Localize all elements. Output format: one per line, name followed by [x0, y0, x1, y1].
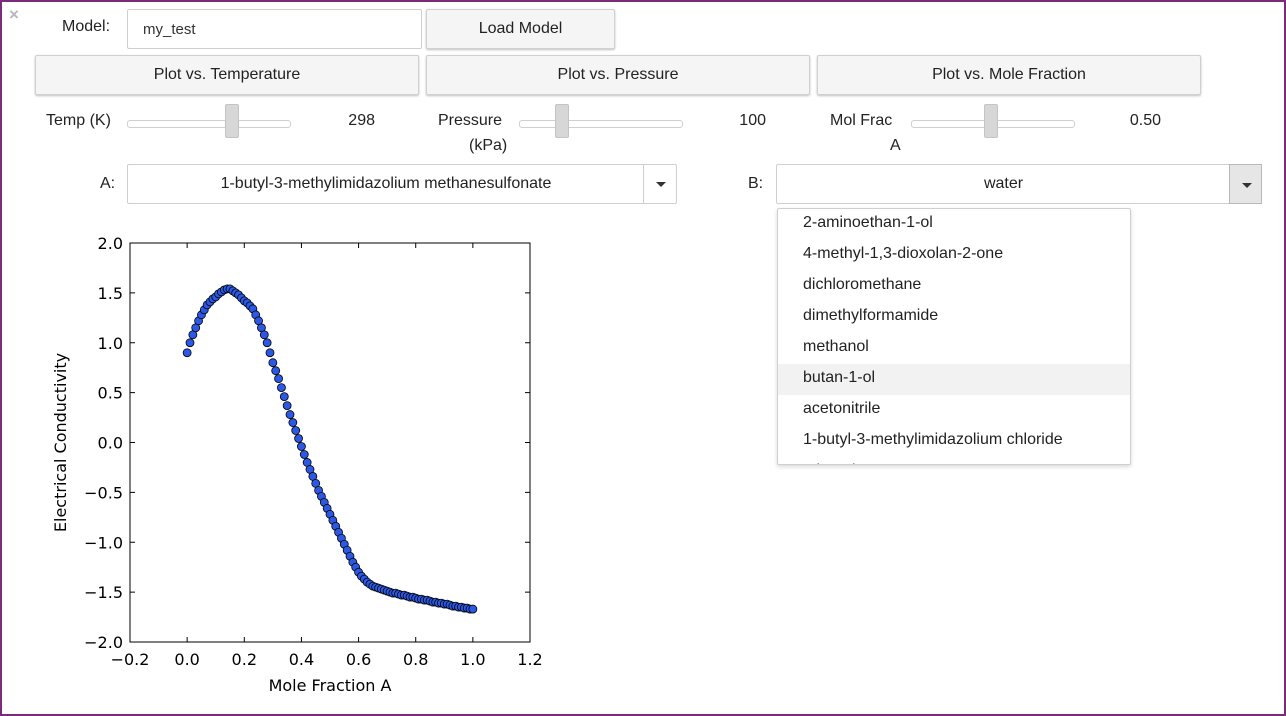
molfrac-slider-thumb[interactable] — [984, 104, 998, 138]
plot-vs-mole-fraction-button[interactable]: Plot vs. Mole Fraction — [817, 55, 1201, 95]
chevron-down-icon — [1242, 183, 1252, 188]
data-point — [182, 348, 192, 358]
dropdown-option[interactable]: ethanol — [778, 457, 1130, 464]
dropdown-option[interactable]: methanol — [778, 333, 1130, 364]
data-point — [282, 401, 292, 410]
data-point — [271, 366, 281, 376]
y-tick-label: 1.5 — [98, 284, 123, 303]
y-tick-label: −0.5 — [84, 483, 123, 502]
y-axis-label: Electrical Conductivity — [51, 353, 70, 532]
dropdown-option-highlighted[interactable]: butan-1-ol — [778, 364, 1130, 395]
dropdown-option[interactable]: acetonitrile — [778, 395, 1130, 426]
data-point — [265, 348, 275, 358]
select-b-value: water — [983, 175, 1024, 192]
y-tick-label: −1.0 — [84, 533, 123, 552]
data-point — [468, 604, 478, 614]
data-point — [262, 338, 272, 348]
plot-frame — [129, 242, 531, 643]
molfrac-slider-unit: A — [890, 137, 901, 154]
y-tick-label: 1.0 — [98, 334, 123, 353]
chevron-down-icon — [656, 182, 666, 187]
data-point — [185, 338, 195, 348]
data-point — [297, 442, 306, 451]
x-tick-label: 1.0 — [460, 650, 485, 669]
y-tick-label: 0.0 — [98, 434, 123, 453]
y-tick-label: −1.5 — [84, 583, 123, 602]
x-tick-label: 0.4 — [289, 650, 314, 669]
data-point — [291, 426, 301, 435]
data-point — [288, 418, 298, 427]
data-point — [259, 330, 269, 340]
x-tick-label: 0.0 — [174, 650, 199, 669]
molfrac-slider-label: Mol Frac — [830, 112, 893, 129]
data-point — [294, 434, 303, 443]
data-point — [285, 410, 295, 419]
x-tick-label: 0.8 — [403, 650, 428, 669]
y-tick-label: 0.5 — [98, 384, 123, 403]
conductivity-chart: −0.2 0.0 0.2 0.4 0.6 0.8 1.0 1.2 2.0 1.5 1.0 0.5 0.0… — [51, 234, 543, 695]
data-point — [274, 374, 283, 384]
dropdown-option[interactable]: 2-aminoethan-1-ol — [778, 209, 1130, 240]
dropdown-option[interactable]: 4-methyl-1,3-dioxolan-2-one — [778, 240, 1130, 271]
data-point — [268, 358, 278, 368]
dropdown-option[interactable]: 1-butyl-3-methylimidazolium chloride — [778, 426, 1130, 457]
dropdown-option[interactable]: dimethylformamide — [778, 302, 1130, 333]
x-tick-label: 1.2 — [517, 650, 542, 669]
x-tick-label: 0.2 — [232, 650, 257, 669]
select-a-toggle[interactable] — [643, 164, 676, 204]
x-tick-label: −0.2 — [111, 650, 150, 669]
select-b-toggle[interactable] — [1229, 164, 1262, 204]
y-tick-label: −2.0 — [84, 633, 123, 652]
molfrac-slider-value: 0.50 — [1129, 112, 1161, 129]
data-point — [299, 450, 309, 459]
pressure-slider-value: 100 — [739, 112, 766, 129]
data-point — [277, 383, 286, 393]
data-point — [279, 392, 289, 402]
select-b[interactable]: water — [776, 164, 1262, 204]
select-b-label: B: — [748, 175, 764, 192]
x-tick-label: 0.6 — [346, 650, 371, 669]
dropdown-option[interactable]: dichloromethane — [778, 271, 1130, 302]
y-tick-label: 2.0 — [98, 234, 123, 253]
x-axis-label: Mole Fraction A — [269, 676, 392, 695]
select-b-dropdown[interactable]: 2-aminoethan-1-ol 4-methyl-1,3-dioxolan-… — [777, 208, 1131, 465]
